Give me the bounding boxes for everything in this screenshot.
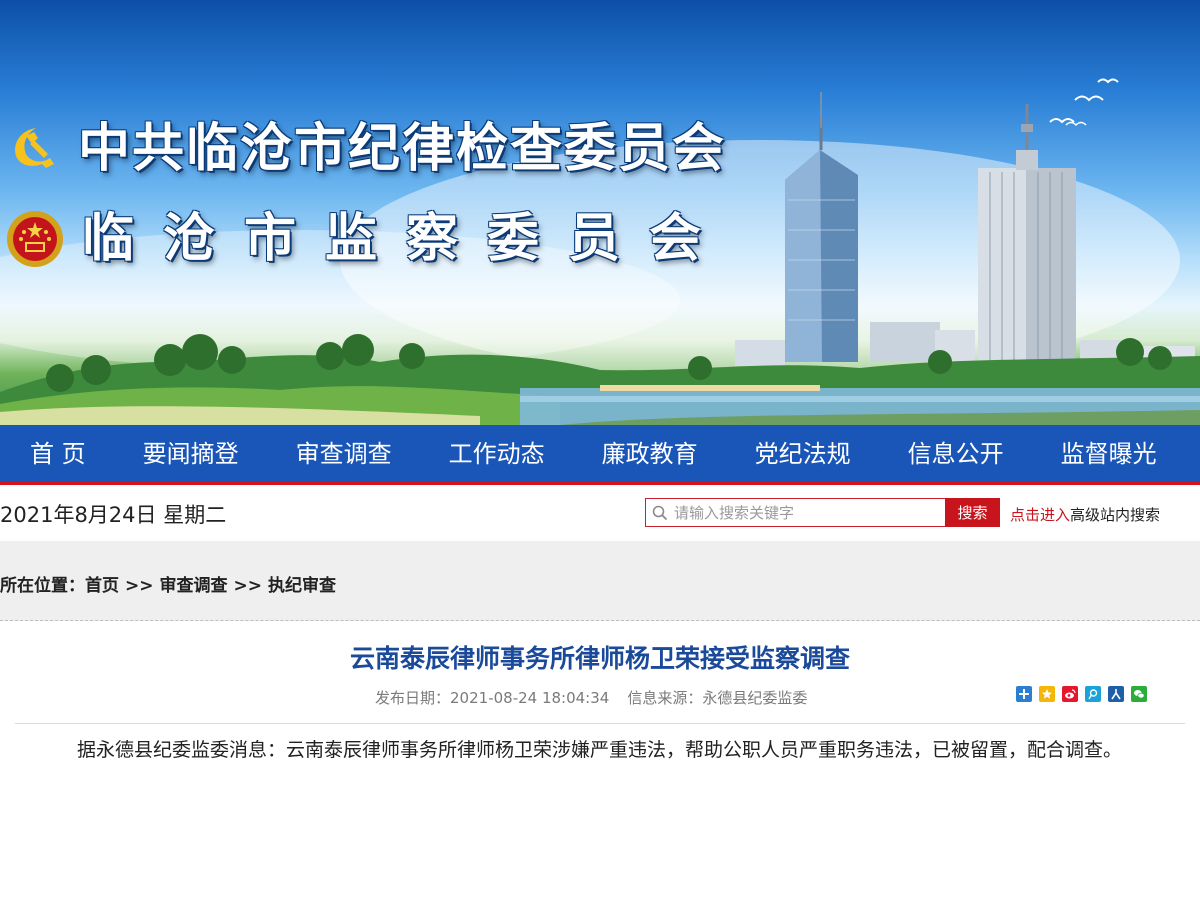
breadcrumb-item-home[interactable]: 首页 (85, 576, 119, 596)
nav-item-work-updates[interactable]: 工作动态 (449, 425, 545, 481)
org-name-line-1: 中共临沧市纪律检查委员会 (0, 118, 726, 180)
breadcrumb-item-investigation[interactable]: 审查调查 (160, 576, 228, 596)
search-icon (646, 499, 674, 526)
tool-row: 2021年8月24日 星期二 搜索 点击进入高级站内搜索 (0, 485, 1200, 541)
advanced-search-link[interactable]: 点击进入 (1010, 506, 1070, 524)
nav-item-news[interactable]: 要闻摘登 (143, 425, 239, 481)
breadcrumb-separator: >> (233, 576, 263, 596)
main-nav: 首 页 要闻摘登 审查调查 工作动态 廉政教育 党纪法规 信息公开 监督曝光 (0, 425, 1200, 485)
search-box (645, 498, 946, 527)
nav-item-regulations[interactable]: 党纪法规 (755, 425, 851, 481)
party-emblem-icon (15, 128, 54, 168)
current-date: 2021年8月24日 星期二 (0, 503, 227, 527)
header-banner: 中共临沧市纪律检查委员会 临沧市监察委员会 (0, 0, 1200, 425)
breadcrumb-item-discipline-review[interactable]: 执纪审查 (268, 576, 336, 596)
nav-item-exposure[interactable]: 监督曝光 (1061, 425, 1157, 481)
search-button[interactable]: 搜索 (945, 498, 1000, 527)
nav-item-home[interactable]: 首 页 (30, 425, 86, 481)
article-source: 永德县纪委监委 (702, 689, 808, 707)
breadcrumb-bar: 所在位置：首页 >> 审查调查 >> 执纪审查 (0, 541, 1200, 621)
nav-item-investigation[interactable]: 审查调查 (296, 425, 392, 481)
breadcrumb-separator: >> (125, 576, 154, 596)
breadcrumb: 所在位置：首页 >> 审查调查 >> 执纪审查 (0, 571, 336, 596)
search-input[interactable] (674, 499, 939, 526)
breadcrumb-label: 所在位置： (0, 576, 85, 596)
supervisory-commission-name: 临沧市监察委员会 (82, 208, 731, 269)
share-more-icon[interactable] (1016, 686, 1032, 702)
publish-date: 2021-08-24 18:04:34 (450, 689, 610, 707)
weibo-icon[interactable] (1062, 686, 1078, 702)
advanced-search: 点击进入高级站内搜索 (1010, 504, 1160, 525)
national-emblem-icon (7, 211, 63, 267)
wechat-icon[interactable] (1131, 686, 1147, 702)
tencent-weibo-icon[interactable] (1085, 686, 1101, 702)
article-divider (15, 723, 1185, 724)
article-meta: 发布日期：2021-08-24 18:04:34 信息来源：永德县纪委监委 (375, 687, 807, 708)
share-bar (1016, 686, 1147, 702)
publish-date-label: 发布日期： (375, 689, 451, 707)
nav-item-integrity-education[interactable]: 廉政教育 (602, 425, 698, 481)
commission-name: 中共临沧市纪律检查委员会 (78, 118, 727, 179)
source-label: 信息来源： (627, 689, 703, 707)
article-title: 云南泰辰律师事务所律师杨卫荣接受监察调查 (349, 644, 850, 673)
qzone-icon[interactable] (1039, 686, 1055, 702)
org-name-line-2: 临沧市监察委员会 (0, 208, 730, 270)
nav-item-disclosure[interactable]: 信息公开 (908, 425, 1004, 481)
article-body: 据永德县纪委监委消息：云南泰辰律师事务所律师杨卫荣涉嫌严重违法，帮助公职人员严重… (77, 739, 1123, 761)
advanced-search-label: 高级站内搜索 (1070, 506, 1161, 524)
renren-icon[interactable] (1108, 686, 1124, 702)
